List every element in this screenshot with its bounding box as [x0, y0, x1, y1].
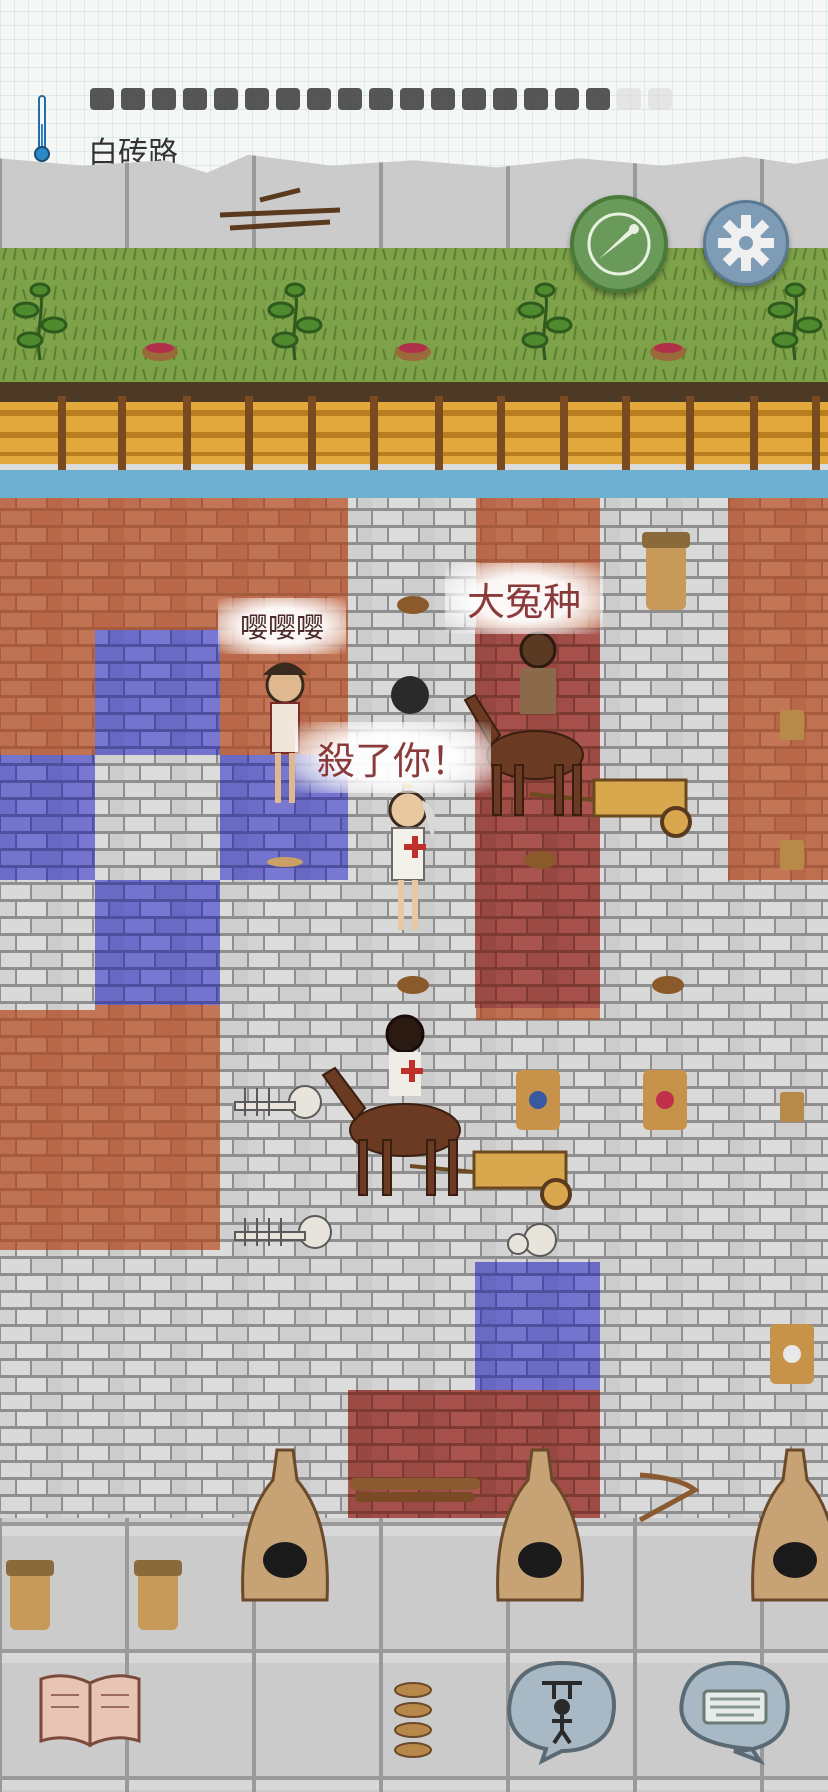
puppet-icon — [507, 1660, 616, 1765]
status-bar: 白砖路 — [0, 0, 828, 173]
blue-brick-patch — [0, 755, 95, 880]
food-pip — [524, 88, 548, 110]
food-pip — [90, 88, 114, 110]
book-icon — [39, 1674, 141, 1748]
food-pip — [276, 88, 300, 110]
settings-button[interactable] — [703, 200, 789, 286]
food-pip — [369, 88, 393, 110]
food-pip — [617, 88, 641, 110]
keyboard-icon — [679, 1660, 790, 1766]
food-pip — [214, 88, 238, 110]
white-brick-road — [0, 880, 95, 1010]
speech-bubble: 殺了你！ — [295, 722, 492, 793]
game-world[interactable] — [0, 0, 828, 1792]
food-pip — [648, 88, 672, 110]
food-pip — [183, 88, 207, 110]
rider-bottom — [385, 1014, 425, 1096]
chat-button[interactable] — [672, 1655, 797, 1766]
thermometer-icon — [34, 95, 50, 162]
food-pip — [338, 88, 362, 110]
white-brick-road — [220, 880, 348, 1020]
tech-tree-button[interactable] — [35, 1665, 145, 1755]
compass-icon — [587, 212, 651, 276]
logs[interactable] — [350, 1478, 480, 1502]
white-brick-road — [600, 498, 728, 1518]
rider-top — [519, 631, 557, 714]
blue-brick-patch — [475, 1262, 600, 1390]
food-pip — [400, 88, 424, 110]
food-pip — [431, 88, 455, 110]
water-channel — [0, 470, 828, 498]
compass-button[interactable] — [570, 195, 668, 293]
gear-icon — [718, 215, 774, 271]
food-pip — [245, 88, 269, 110]
food-pip — [121, 88, 145, 110]
food-pip — [493, 88, 517, 110]
food-pip — [462, 88, 486, 110]
speech-bubble: 大冤种 — [445, 563, 604, 634]
food-pip — [307, 88, 331, 110]
food-pip — [152, 88, 176, 110]
garden-strip — [0, 248, 828, 388]
head-only — [391, 676, 429, 714]
speech-bubble: 嘤嘤嘤 — [218, 598, 347, 654]
white-brick-road — [95, 755, 220, 880]
food-pip — [555, 88, 579, 110]
food-pip — [586, 88, 610, 110]
emote-button[interactable] — [502, 1655, 622, 1765]
food-meter — [90, 88, 672, 110]
